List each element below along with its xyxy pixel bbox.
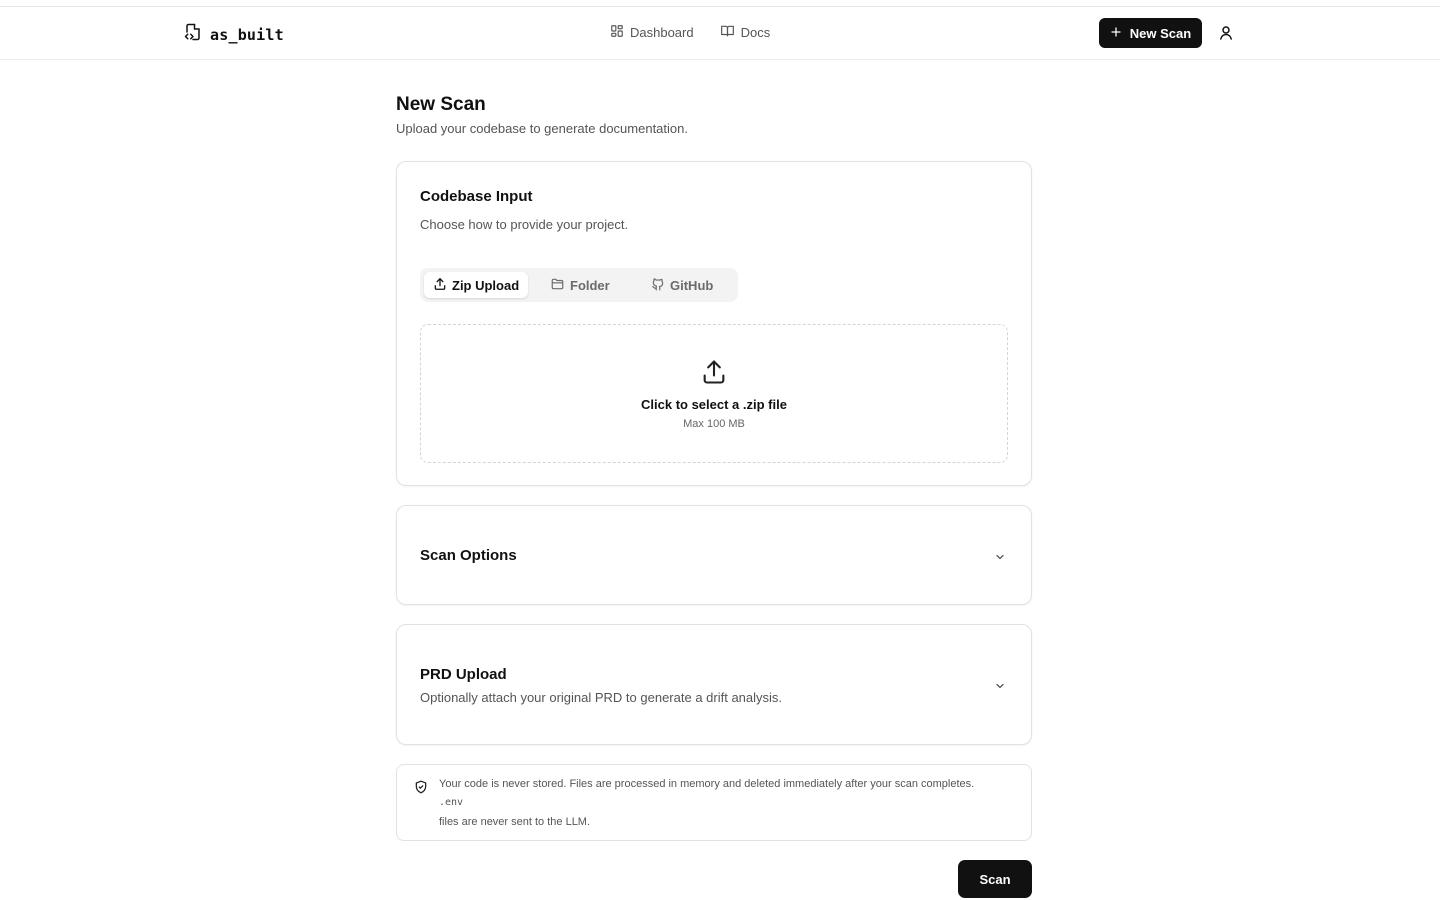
tab-github[interactable]: GitHub xyxy=(642,272,722,298)
codebase-input-description: Choose how to provide your project. xyxy=(420,217,629,232)
prd-upload-card[interactable]: PRD Upload Optionally attach your origin… xyxy=(396,624,1032,745)
chevron-down-icon[interactable] xyxy=(994,550,1006,562)
nav-dashboard-label: Dashboard xyxy=(630,25,694,40)
brand[interactable]: as_built xyxy=(184,23,284,46)
privacy-notice-text: Your code is never stored. Files are pro… xyxy=(439,778,975,790)
grid-icon xyxy=(610,24,624,41)
dropzone-title: Click to select a .zip file xyxy=(641,397,787,412)
privacy-notice: Your code is never stored. Files are pro… xyxy=(396,764,1032,841)
brand-name: as_built xyxy=(210,25,284,44)
scan-button[interactable]: Scan xyxy=(958,860,1032,898)
prd-upload-description: Optionally attach your original PRD to g… xyxy=(420,690,783,705)
new-scan-label: New Scan xyxy=(1129,25,1192,41)
plus-icon xyxy=(1110,26,1122,41)
tab-zip-upload[interactable]: Zip Upload xyxy=(424,272,529,298)
shield-check-icon xyxy=(414,780,428,799)
nav-docs[interactable]: Docs xyxy=(720,24,771,41)
dropzone-subtitle: Max 100 MB xyxy=(683,418,745,430)
upload-icon xyxy=(433,277,447,294)
user-icon xyxy=(1217,26,1235,46)
app-header: as_built Dashboard Docs New Scan xyxy=(0,7,1440,60)
new-scan-button[interactable]: New Scan xyxy=(1099,18,1202,48)
page-subtitle: Upload your codebase to generate documen… xyxy=(396,121,688,136)
codebase-input-title: Codebase Input xyxy=(420,188,533,205)
page-title: New Scan xyxy=(396,94,486,115)
book-icon xyxy=(720,24,735,41)
prd-upload-title: PRD Upload xyxy=(420,666,507,683)
nav-docs-label: Docs xyxy=(740,25,771,40)
zip-dropzone[interactable]: Click to select a .zip file Max 100 MB xyxy=(420,324,1008,463)
upload-icon xyxy=(700,358,728,391)
main-nav: Dashboard Docs xyxy=(610,24,770,41)
folder-icon xyxy=(550,277,565,294)
privacy-notice-code: .env xyxy=(439,797,464,808)
tab-folder-label: Folder xyxy=(570,277,610,293)
scan-options-card[interactable]: Scan Options xyxy=(396,505,1032,605)
privacy-notice-text-2: files are never sent to the LLM. xyxy=(439,816,591,828)
input-method-tabs: Zip Upload Folder GitHub xyxy=(420,268,738,302)
chevron-down-icon[interactable] xyxy=(994,679,1006,691)
file-code-icon xyxy=(184,23,202,46)
scan-options-title: Scan Options xyxy=(420,547,517,564)
nav-dashboard[interactable]: Dashboard xyxy=(610,24,694,41)
tab-folder[interactable]: Folder xyxy=(541,272,619,298)
user-menu-button[interactable] xyxy=(1217,24,1235,42)
github-icon xyxy=(651,277,665,294)
tab-zip-upload-label: Zip Upload xyxy=(452,277,520,293)
tab-github-label: GitHub xyxy=(670,277,714,293)
codebase-input-card: Codebase Input Choose how to provide you… xyxy=(396,161,1032,486)
